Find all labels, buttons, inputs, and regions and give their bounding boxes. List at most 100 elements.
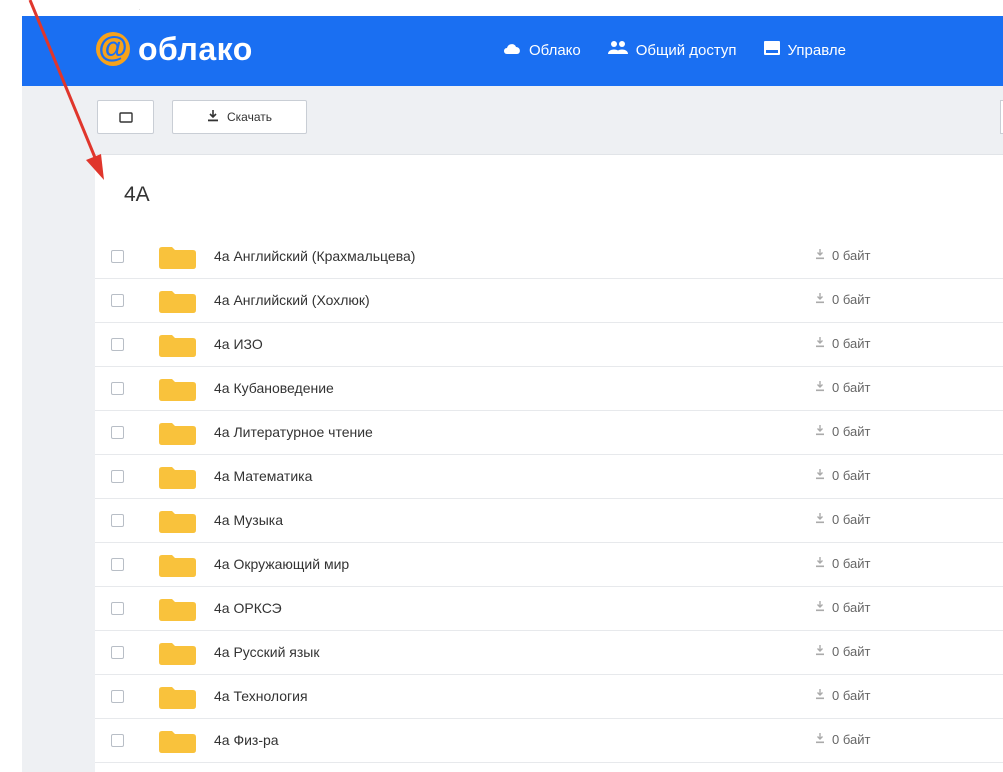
download-icon[interactable] [815, 688, 825, 703]
download-icon[interactable] [815, 600, 825, 615]
download-icon [207, 109, 219, 125]
file-size: 0 байт [815, 732, 870, 747]
file-list: 4а Английский (Крахмальцева) 0 байт 4а Анг… [95, 235, 1003, 763]
file-row[interactable]: 4а Русский язык 0 байт [95, 631, 1003, 675]
download-icon[interactable] [815, 512, 825, 527]
download-label: Скачать [227, 110, 272, 124]
nav-manage[interactable]: Управле [763, 40, 846, 60]
nav-shared[interactable]: Общий доступ [607, 40, 737, 60]
cloud-icon [502, 42, 522, 59]
nav-cloud[interactable]: Облако [502, 42, 581, 59]
top-strip [0, 0, 1003, 16]
download-icon[interactable] [815, 380, 825, 395]
file-size-value: 0 байт [832, 512, 871, 527]
file-row[interactable]: 4а Окружающий мир 0 байт [95, 543, 1003, 587]
file-size-value: 0 байт [832, 248, 871, 263]
file-size: 0 байт [815, 688, 870, 703]
download-icon[interactable] [815, 468, 825, 483]
file-size: 0 байт [815, 556, 870, 571]
users-icon [607, 40, 629, 60]
file-row[interactable]: 4а Английский (Хохлюк) 0 байт [95, 279, 1003, 323]
file-size: 0 байт [815, 644, 870, 659]
file-name[interactable]: 4а Музыка [214, 512, 283, 528]
download-icon[interactable] [815, 336, 825, 351]
file-name[interactable]: 4а ИЗО [214, 336, 263, 352]
file-size-value: 0 байт [832, 336, 871, 351]
row-checkbox[interactable] [111, 470, 124, 483]
logo-text: облако [138, 30, 253, 67]
file-size-value: 0 байт [832, 468, 871, 483]
folder-icon [159, 731, 196, 753]
row-checkbox[interactable] [111, 250, 124, 263]
folder-icon [159, 423, 196, 445]
file-row[interactable]: 4а ОРКСЭ 0 байт [95, 587, 1003, 631]
download-icon[interactable] [815, 732, 825, 747]
file-size-value: 0 байт [832, 644, 871, 659]
folder-icon [159, 687, 196, 709]
folder-icon [159, 511, 196, 533]
download-icon[interactable] [815, 424, 825, 439]
file-size-value: 0 байт [832, 600, 871, 615]
row-checkbox[interactable] [111, 514, 124, 527]
file-row[interactable]: 4а Английский (Крахмальцева) 0 байт [95, 235, 1003, 279]
file-size-value: 0 байт [832, 380, 871, 395]
row-checkbox[interactable] [111, 294, 124, 307]
file-row[interactable]: 4а Технология 0 байт [95, 675, 1003, 719]
app-header: @ облако Облако Общий доступ Управле [22, 16, 1003, 86]
nav-manage-label: Управле [787, 41, 846, 59]
folder-icon [159, 643, 196, 665]
file-size-value: 0 байт [832, 292, 871, 307]
row-checkbox[interactable] [111, 558, 124, 571]
file-size: 0 байт [815, 380, 870, 395]
folder-icon [159, 247, 196, 269]
file-row[interactable]: 4а Физ-ра 0 байт [95, 719, 1003, 763]
file-size-value: 0 байт [832, 556, 871, 571]
file-name[interactable]: 4а Окружающий мир [214, 556, 349, 572]
download-icon[interactable] [815, 292, 825, 307]
row-checkbox[interactable] [111, 646, 124, 659]
file-name[interactable]: 4а Литературное чтение [214, 424, 373, 440]
row-checkbox[interactable] [111, 690, 124, 703]
file-size: 0 байт [815, 468, 870, 483]
file-name[interactable]: 4а Английский (Хохлюк) [214, 292, 370, 308]
file-row[interactable]: 4а Литературное чтение 0 байт [95, 411, 1003, 455]
file-size: 0 байт [815, 292, 870, 307]
file-name[interactable]: 4а Русский язык [214, 644, 320, 660]
file-size: 0 байт [815, 600, 870, 615]
folder-icon [159, 555, 196, 577]
folder-icon [159, 291, 196, 313]
annotation-arrow [28, 0, 140, 180]
file-size: 0 байт [815, 424, 870, 439]
folder-icon [159, 599, 196, 621]
row-checkbox[interactable] [111, 734, 124, 747]
file-size-value: 0 байт [832, 424, 871, 439]
file-size: 0 байт [815, 248, 870, 263]
download-button[interactable]: Скачать [172, 100, 307, 134]
file-size: 0 байт [815, 512, 870, 527]
file-size: 0 байт [815, 336, 870, 351]
row-checkbox[interactable] [111, 382, 124, 395]
file-row[interactable]: 4а Кубановедение 0 байт [95, 367, 1003, 411]
file-row[interactable]: 4а Математика 0 байт [95, 455, 1003, 499]
nav-shared-label: Общий доступ [635, 41, 737, 59]
file-name[interactable]: 4а Технология [214, 688, 308, 704]
file-name[interactable]: 4а Английский (Крахмальцева) [214, 248, 415, 264]
folder-icon [159, 467, 196, 489]
row-checkbox[interactable] [111, 426, 124, 439]
row-checkbox[interactable] [111, 602, 124, 615]
file-name[interactable]: 4а ОРКСЭ [214, 600, 282, 616]
toolbar: Скачать [95, 86, 1003, 155]
download-icon[interactable] [815, 556, 825, 571]
file-name[interactable]: 4а Кубановедение [214, 380, 334, 396]
row-checkbox[interactable] [111, 338, 124, 351]
file-size-value: 0 байт [832, 688, 871, 703]
file-name[interactable]: 4а Математика [214, 468, 312, 484]
file-size-value: 0 байт [832, 732, 871, 747]
panel-icon [763, 40, 781, 60]
download-icon[interactable] [815, 248, 825, 263]
folder-icon [159, 335, 196, 357]
download-icon[interactable] [815, 644, 825, 659]
file-row[interactable]: 4а Музыка 0 байт [95, 499, 1003, 543]
file-row[interactable]: 4а ИЗО 0 байт [95, 323, 1003, 367]
file-name[interactable]: 4а Физ-ра [214, 732, 279, 748]
